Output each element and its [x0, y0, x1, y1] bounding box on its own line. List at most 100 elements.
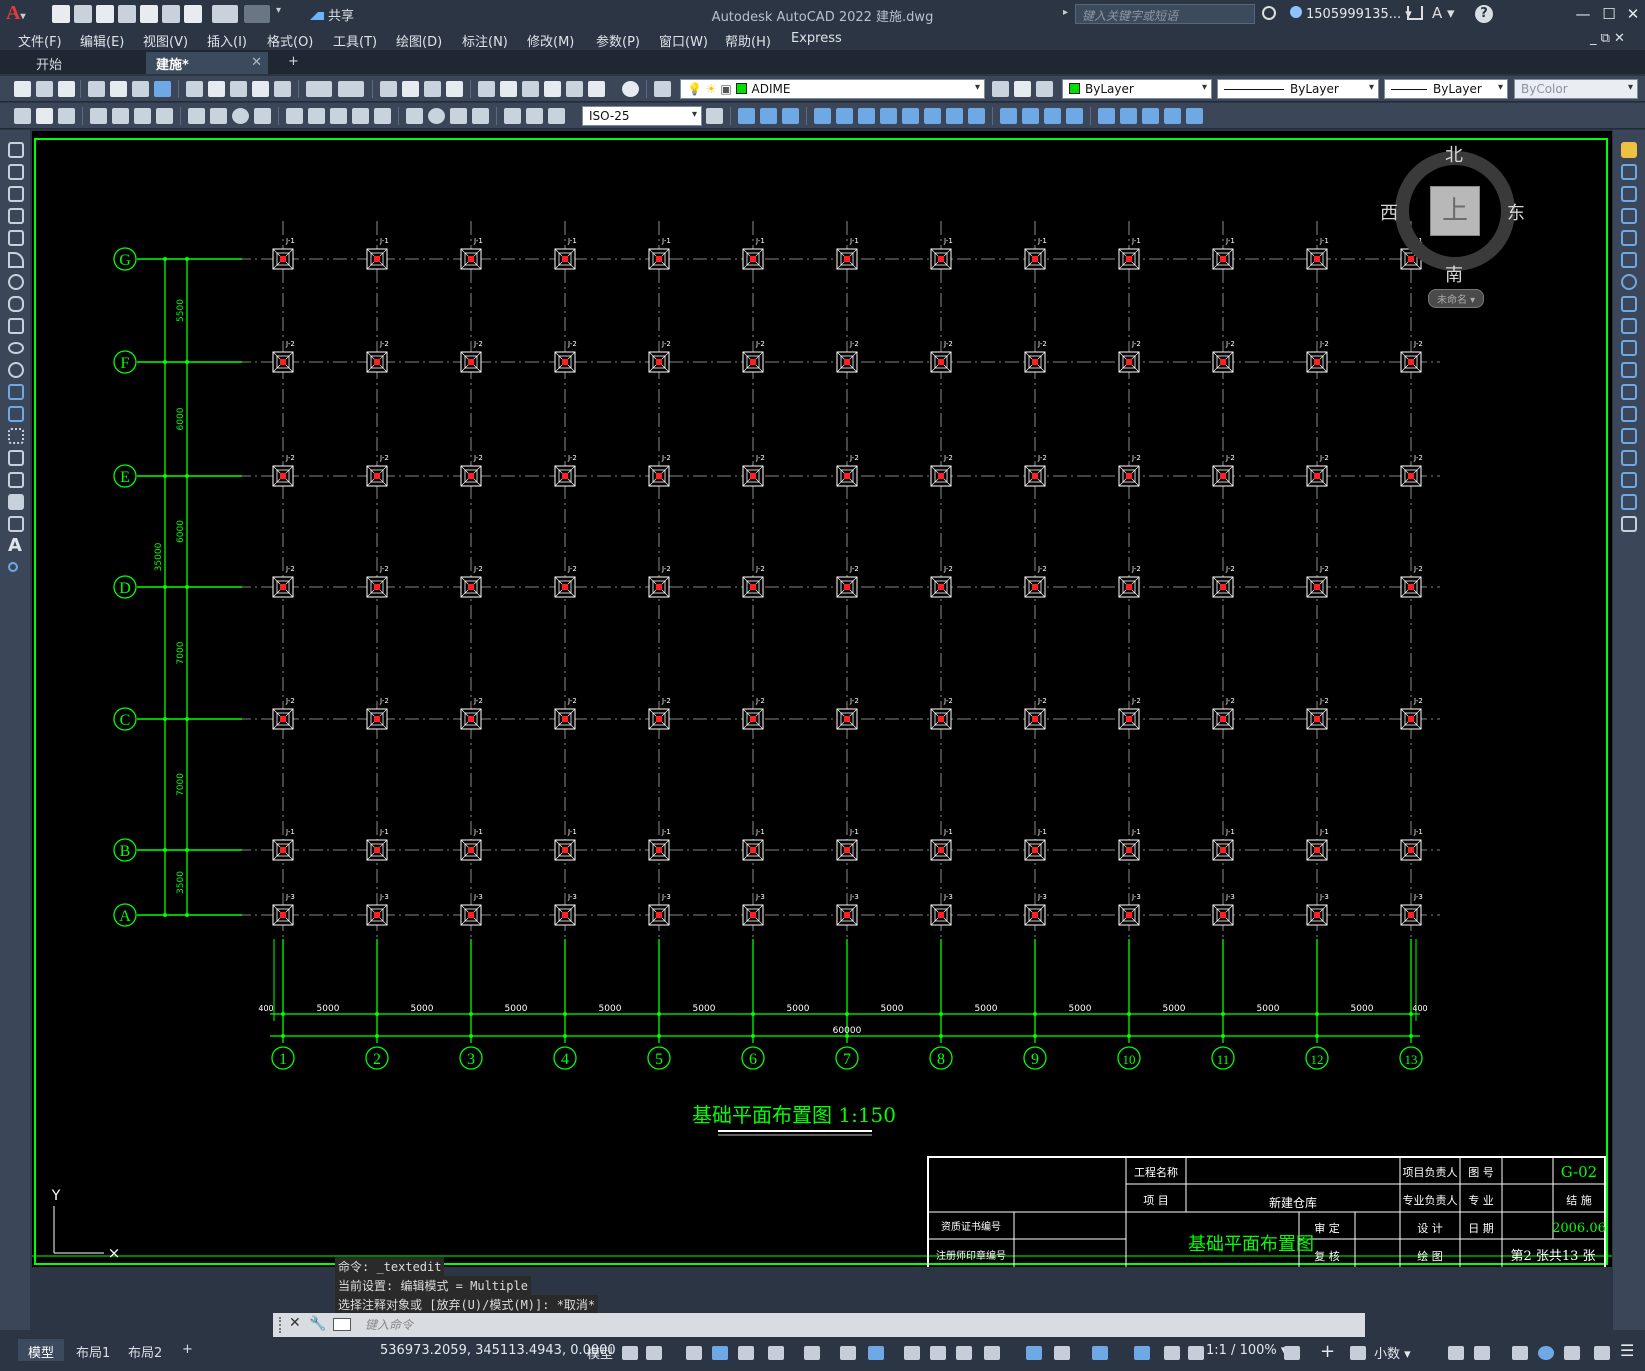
- dynamic-ucs-icon[interactable]: [868, 1346, 884, 1360]
- angular-dim-icon[interactable]: [254, 108, 271, 124]
- status-menu-icon[interactable]: ☰: [1620, 1341, 1636, 1360]
- object-snap-icon[interactable]: [840, 1346, 856, 1360]
- arc-length-icon[interactable]: [134, 108, 151, 124]
- markup-icon[interactable]: [566, 81, 583, 97]
- gradient-icon[interactable]: [8, 472, 24, 488]
- dim-style-icon[interactable]: [706, 108, 723, 124]
- copy-icon[interactable]: [208, 81, 225, 97]
- explode-icon[interactable]: [1621, 516, 1637, 532]
- command-grip-icon[interactable]: [279, 1317, 283, 1333]
- break-at-point-icon[interactable]: [1621, 384, 1637, 400]
- break-icon[interactable]: [1621, 406, 1637, 422]
- move-icon[interactable]: [1621, 252, 1637, 268]
- insert-block-icon[interactable]: [8, 384, 24, 400]
- stretch-icon[interactable]: [924, 108, 941, 124]
- fillet-icon[interactable]: [1066, 108, 1083, 124]
- isolate-objects-icon[interactable]: [1512, 1346, 1528, 1360]
- quickcalc-icon[interactable]: [588, 81, 605, 97]
- 3d-osnap-icon[interactable]: [984, 1346, 1000, 1360]
- help-icon[interactable]: [622, 81, 639, 97]
- tolerance-icon[interactable]: [406, 108, 423, 124]
- explode-icon[interactable]: [1098, 108, 1115, 124]
- blend-curves-icon[interactable]: [1621, 494, 1637, 510]
- point-icon[interactable]: [8, 428, 24, 444]
- customization-icon[interactable]: [1594, 1346, 1610, 1360]
- insert-block-icon[interactable]: [14, 108, 31, 124]
- save-icon[interactable]: [58, 81, 75, 97]
- menu-express[interactable]: Express: [791, 31, 842, 46]
- tab-close-icon[interactable]: ✕: [251, 55, 262, 70]
- linear-dim-icon[interactable]: [90, 108, 107, 124]
- stretch-icon[interactable]: [1621, 318, 1637, 334]
- extend-icon[interactable]: [968, 108, 985, 124]
- annotation-visibility-icon[interactable]: [1092, 1346, 1108, 1360]
- model-space-toggle[interactable]: 模型: [587, 1343, 613, 1362]
- offset-icon[interactable]: [814, 108, 831, 124]
- menu-help[interactable]: 帮助(H): [725, 31, 771, 50]
- viewcube-west[interactable]: 西: [1380, 199, 1398, 225]
- properties-icon[interactable]: [478, 81, 495, 97]
- transparency-icon[interactable]: [930, 1346, 946, 1360]
- doc-minimize-icon[interactable]: _ ⧉ ✕: [1590, 31, 1625, 46]
- units-icon[interactable]: [1350, 1346, 1366, 1360]
- ucs-menu[interactable]: 未命名 ▾: [1428, 289, 1485, 308]
- menu-modify[interactable]: 修改(M): [527, 31, 574, 50]
- isodraft-icon[interactable]: [768, 1346, 784, 1360]
- menu-file[interactable]: 文件(F): [18, 31, 62, 50]
- erase-icon[interactable]: [1621, 142, 1637, 158]
- viewcube-top-face[interactable]: 上: [1430, 186, 1480, 236]
- lineweight-icon[interactable]: [904, 1346, 920, 1360]
- splinedit-icon[interactable]: [1142, 108, 1159, 124]
- object-snap-tracking-icon[interactable]: [804, 1346, 820, 1360]
- hatch-icon[interactable]: [8, 450, 24, 466]
- annotation-monitor-icon[interactable]: [1188, 1346, 1204, 1360]
- chamfer-icon[interactable]: [1621, 450, 1637, 466]
- command-close-icon[interactable]: ✕: [289, 1315, 301, 1331]
- menu-view[interactable]: 视图(V): [143, 31, 188, 50]
- infer-constraints-icon[interactable]: [686, 1346, 702, 1360]
- search-input[interactable]: 键入关键字或短语: [1075, 4, 1255, 24]
- viewcube-east[interactable]: 东: [1507, 199, 1525, 225]
- baseline-dim-icon[interactable]: [308, 108, 325, 124]
- array-icon[interactable]: [836, 108, 853, 124]
- tab-start[interactable]: 开始: [26, 52, 144, 74]
- hatchedit-icon[interactable]: [1164, 108, 1181, 124]
- layout-tab-1[interactable]: 布局1: [66, 1339, 120, 1361]
- jogged-dim-icon[interactable]: [210, 108, 227, 124]
- annotation-autoscale-icon[interactable]: [1134, 1346, 1150, 1360]
- mirror-icon[interactable]: [782, 108, 799, 124]
- line-icon[interactable]: [8, 142, 24, 158]
- quick-dim-icon[interactable]: [286, 108, 303, 124]
- sheet-set-icon[interactable]: [544, 81, 561, 97]
- polyline-icon[interactable]: [8, 186, 24, 202]
- viewcube-south[interactable]: 南: [1445, 261, 1463, 287]
- revcloud-icon[interactable]: [8, 296, 24, 312]
- rectangle-icon[interactable]: [8, 230, 24, 246]
- grid-icon[interactable]: [622, 1346, 638, 1360]
- dimstyle-combo[interactable]: ISO-25 ▾: [582, 106, 702, 126]
- add-selected-icon[interactable]: [8, 562, 18, 572]
- undo-icon[interactable]: [306, 81, 332, 97]
- radius-dim-icon[interactable]: [188, 108, 205, 124]
- pan-icon[interactable]: [380, 81, 397, 97]
- scale-icon[interactable]: [1621, 296, 1637, 312]
- plot-preview-icon[interactable]: [110, 81, 127, 97]
- linetype-combo[interactable]: ByLayer ▾: [1217, 79, 1379, 99]
- search-expand-icon[interactable]: ▸: [1063, 7, 1068, 18]
- recent-commands-icon[interactable]: [333, 1318, 351, 1331]
- dim-update-icon[interactable]: [548, 108, 565, 124]
- dim-break-icon[interactable]: [374, 108, 391, 124]
- gizmo-icon[interactable]: [1054, 1346, 1070, 1360]
- layout-tab-2[interactable]: 布局2: [118, 1339, 172, 1361]
- block-editor-icon[interactable]: [274, 81, 291, 97]
- dim-edit-icon[interactable]: [504, 108, 521, 124]
- zoom-previous-icon[interactable]: [446, 81, 463, 97]
- plot-icon[interactable]: [88, 81, 105, 97]
- extend-icon[interactable]: [1621, 362, 1637, 378]
- hatch-icon[interactable]: [58, 108, 75, 124]
- rotate-icon[interactable]: [1621, 274, 1637, 290]
- ortho-icon[interactable]: [712, 1346, 728, 1360]
- annotation-add-icon[interactable]: +: [1320, 1341, 1336, 1362]
- user-account[interactable]: 1505999135... ▾: [1290, 6, 1412, 22]
- spline-icon[interactable]: [8, 318, 24, 334]
